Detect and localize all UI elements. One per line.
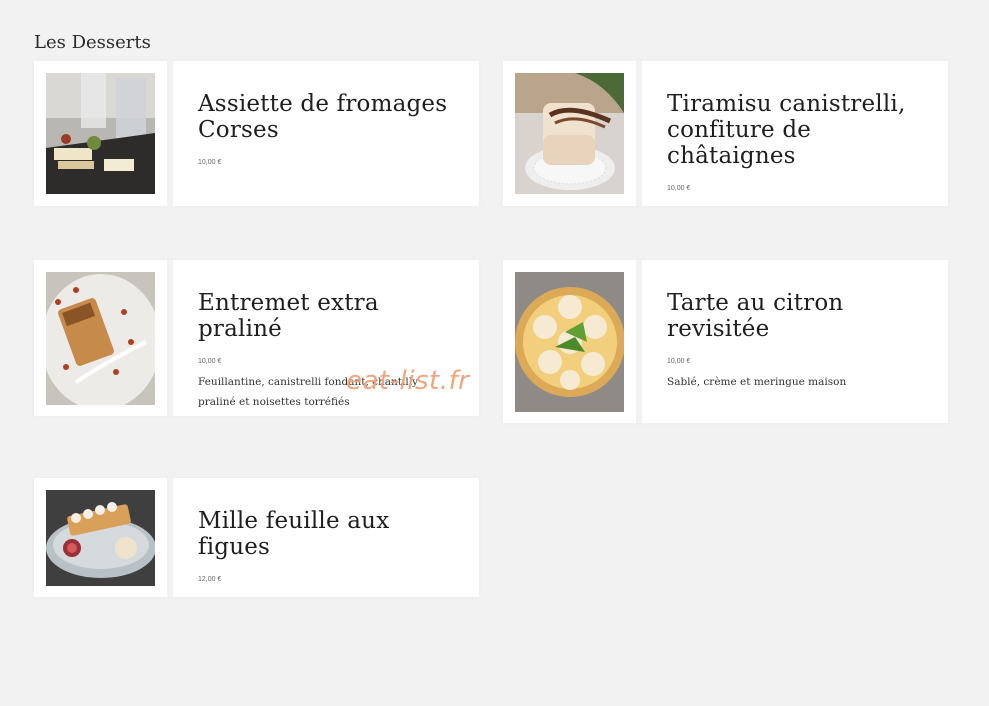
dish-price: 10,00 € [667, 185, 691, 192]
dish-photo-tiramisu[interactable] [515, 73, 624, 194]
dish-image-frame [503, 61, 642, 206]
dish-photo-mille-feuille[interactable] [46, 490, 155, 586]
watermark-text: eat-list.fr [346, 366, 470, 396]
dish-name: Mille feuille aux figues [198, 508, 390, 560]
dish-description: Sablé, crème et meringue maison [667, 376, 847, 388]
dish-price: 10,00 € [198, 358, 222, 365]
dish-price: 10,00 € [198, 159, 222, 166]
dish-price: 10,00 € [667, 358, 691, 365]
dish-image-frame [34, 478, 173, 597]
dish-details: Assiette de fromages Corses 10,00 € [198, 91, 459, 166]
dish-name: Tiramisu canistrelli, confiture de châta… [667, 91, 906, 169]
menu-item-card[interactable]: Tarte au citron revisitée 10,00 € Sablé,… [503, 260, 948, 423]
menu-item-card[interactable]: Mille feuille aux figues 12,00 € [34, 478, 479, 597]
dish-name: Assiette de fromages Corses [198, 91, 448, 143]
dish-name: Entremet extra praliné [198, 290, 379, 342]
dish-photo-lemon-tart[interactable] [515, 272, 624, 412]
menu-item-card[interactable]: Tiramisu canistrelli, confiture de châta… [503, 61, 948, 206]
dish-price: 12,00 € [198, 576, 222, 583]
section-title: Les Desserts [34, 32, 151, 53]
dish-photo-cheese-plate[interactable] [46, 73, 155, 194]
dish-details: Tarte au citron revisitée 10,00 € Sablé,… [667, 290, 928, 392]
dish-details: Mille feuille aux figues 12,00 € [198, 508, 459, 583]
dish-photo-entremet[interactable] [46, 272, 155, 405]
menu-item-card[interactable]: Assiette de fromages Corses 10,00 € [34, 61, 479, 206]
dish-name: Tarte au citron revisitée [667, 290, 844, 342]
dish-image-frame [503, 260, 642, 423]
dish-image-frame [34, 260, 173, 416]
dish-image-frame [34, 61, 173, 206]
dish-details: Tiramisu canistrelli, confiture de châta… [667, 91, 928, 192]
